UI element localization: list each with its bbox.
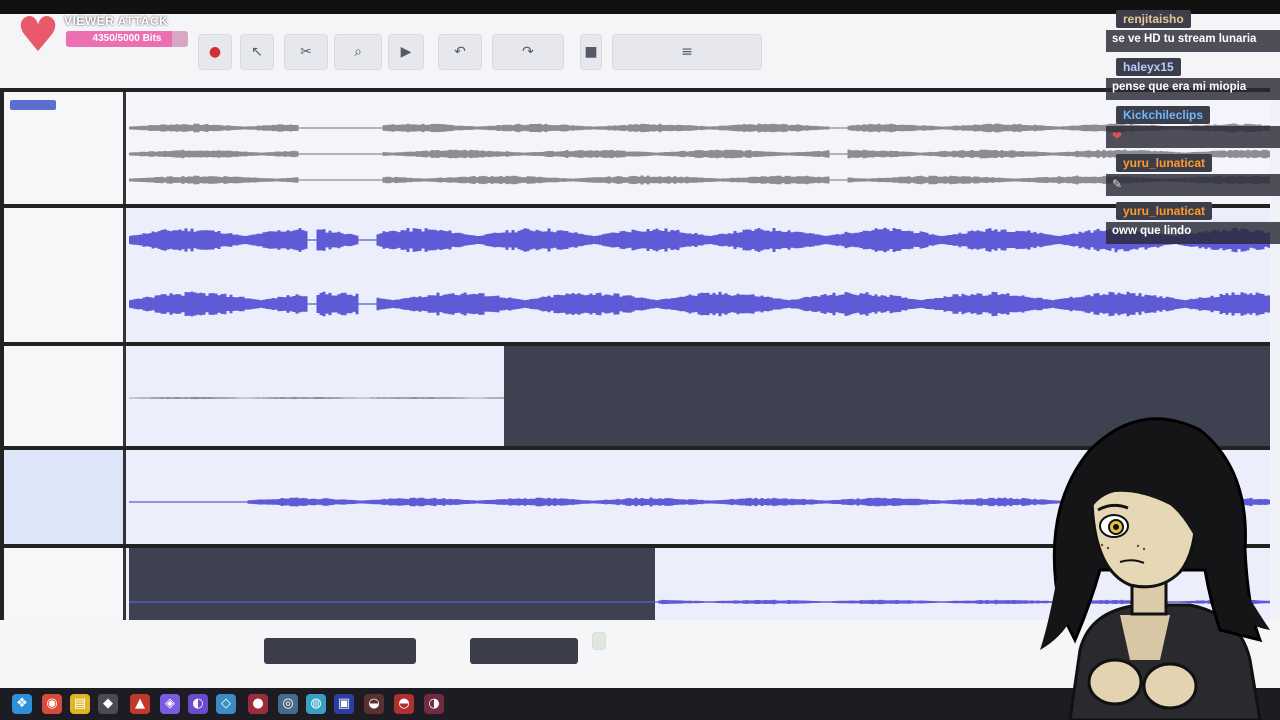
app-icon-7[interactable]: ◐ xyxy=(188,694,208,714)
track-1[interactable] xyxy=(4,92,1270,208)
app-icon-8[interactable]: ◇ xyxy=(216,694,236,714)
app-icon-6[interactable]: ◈ xyxy=(160,694,180,714)
app-icon-5[interactable]: ▲ xyxy=(130,694,150,714)
zoom-icon: ⌕ xyxy=(354,44,362,60)
play-icon: ▶ xyxy=(400,44,412,60)
chat-username: Kickchileclips xyxy=(1116,106,1211,124)
viewer-attack-title: VIEWER ATTACK xyxy=(64,14,169,28)
time-display[interactable] xyxy=(264,638,416,664)
chat-username: yuru_lunaticat xyxy=(1116,202,1213,220)
viewer-attack-widget: ♥ VIEWER ATTACK 4350/5000 Bits xyxy=(8,8,188,60)
cursor-icon: ↖ xyxy=(251,44,263,60)
daw-toolbar: ● ↖ ✂ ⌕ ▶ ↶ ↷ ■ ≡ xyxy=(0,14,1280,88)
chat-username: renjitaisho xyxy=(1116,10,1191,28)
track-2-waveform xyxy=(129,227,1270,317)
chat-message: yuru_lunaticat oww que lindo xyxy=(1106,202,1280,244)
stream-screen: ● ↖ ✂ ⌕ ▶ ↶ ↷ ■ ≡ ♥ VIEWER ATTACK 4350/5… xyxy=(0,0,1280,720)
chat-text: se ve HD tu stream lunaria xyxy=(1106,30,1280,52)
bits-progress-bar: 4350/5000 Bits xyxy=(66,31,188,47)
streamer-avatar xyxy=(1040,417,1270,720)
selection-display[interactable] xyxy=(470,638,578,664)
cut-icon: ✂ xyxy=(300,44,312,60)
app-icon-12[interactable]: ▣ xyxy=(334,694,354,714)
top-strip xyxy=(0,0,1280,14)
track-1-name[interactable] xyxy=(10,100,56,110)
stop-button[interactable]: ■ xyxy=(580,34,602,70)
chat-body: ✎ xyxy=(1106,174,1280,196)
zoom-button[interactable]: ⌕ xyxy=(334,34,382,70)
track-1-header[interactable] xyxy=(4,92,126,204)
app-icon-4[interactable]: ◆ xyxy=(98,694,118,714)
app-icon-10[interactable]: ◎ xyxy=(278,694,298,714)
app-icon-14[interactable]: ◓ xyxy=(394,694,414,714)
chat-username: haleyx15 xyxy=(1116,58,1181,76)
waveform-channel xyxy=(129,227,1270,253)
track-2-header[interactable] xyxy=(4,208,126,342)
emote-icon: ✎ xyxy=(1112,177,1123,191)
chat-message: yuru_lunaticat ✎ xyxy=(1106,154,1280,196)
undo-button[interactable]: ↶ xyxy=(438,34,482,70)
cursor-button[interactable]: ↖ xyxy=(240,34,274,70)
mixer-button[interactable]: ≡ xyxy=(612,34,762,70)
stop-icon: ■ xyxy=(584,44,598,60)
cut-button[interactable]: ✂ xyxy=(284,34,328,70)
app-icon-3[interactable]: ▤ xyxy=(70,694,90,714)
chat-message: renjitaisho se ve HD tu stream lunaria xyxy=(1106,10,1280,52)
track-2-clip[interactable] xyxy=(129,208,1270,342)
emote-icon: ❤ xyxy=(1112,129,1123,143)
app-icon-15[interactable]: ◑ xyxy=(424,694,444,714)
track-5-header[interactable] xyxy=(4,548,126,624)
redo-button[interactable]: ↷ xyxy=(492,34,564,70)
track-3-header[interactable] xyxy=(4,346,126,446)
track-4-header[interactable] xyxy=(4,450,126,544)
chat-message: haleyx15 pense que era mi miopia xyxy=(1106,58,1280,100)
chat-body: ❤ xyxy=(1106,126,1280,148)
track-2[interactable] xyxy=(4,208,1270,346)
app-icon-13[interactable]: ◒ xyxy=(364,694,384,714)
chat-message: Kickchileclips ❤ xyxy=(1106,106,1280,148)
waveform-channel xyxy=(129,149,1270,159)
play-button[interactable]: ▶ xyxy=(388,34,424,70)
redo-icon: ↷ xyxy=(522,44,534,60)
track-1-waveform xyxy=(129,123,1270,185)
heart-icon: ♥ xyxy=(16,7,60,63)
record-button[interactable]: ● xyxy=(198,34,232,70)
app-icon-2[interactable]: ◉ xyxy=(42,694,62,714)
record-icon: ● xyxy=(208,44,222,60)
mixer-icon: ≡ xyxy=(681,44,693,60)
track-1-clip[interactable] xyxy=(129,92,1270,204)
app-icon-9[interactable]: ● xyxy=(248,694,268,714)
chat-text: pense que era mi miopia xyxy=(1106,78,1280,100)
app-icon-1[interactable]: ❖ xyxy=(12,694,32,714)
bits-progress-label: 4350/5000 Bits xyxy=(92,33,162,44)
waveform-channel xyxy=(129,291,1270,317)
chat-overlay: renjitaisho se ve HD tu stream lunaria h… xyxy=(1106,10,1280,250)
chat-username: yuru_lunaticat xyxy=(1116,154,1213,172)
app-icon-11[interactable]: ◍ xyxy=(306,694,326,714)
waveform-channel xyxy=(129,175,1270,185)
status-indicator xyxy=(592,632,606,650)
chat-text: oww que lindo xyxy=(1106,222,1280,244)
waveform-channel xyxy=(129,123,1270,133)
undo-icon: ↶ xyxy=(454,44,466,60)
